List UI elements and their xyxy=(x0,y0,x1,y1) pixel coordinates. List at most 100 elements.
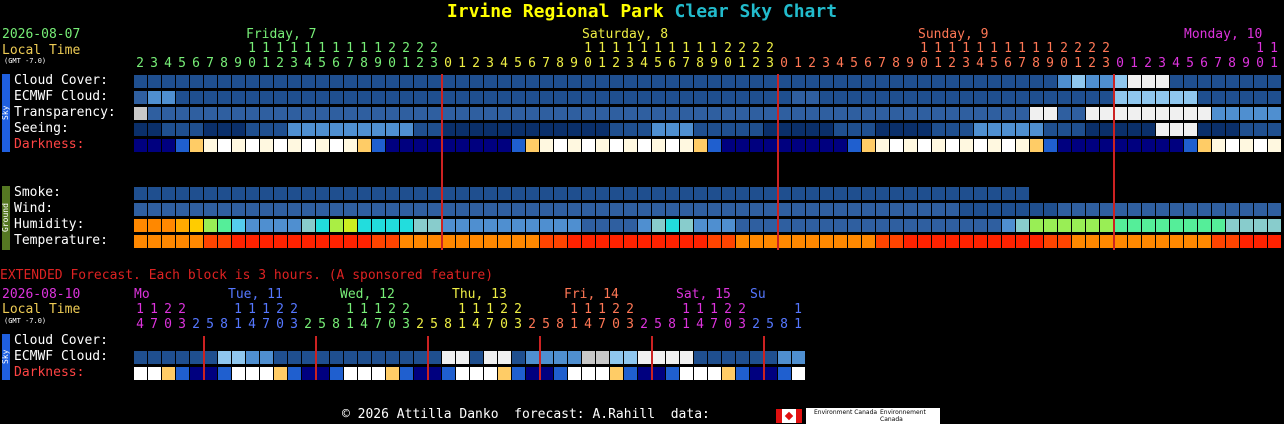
darkness-cell[interactable] xyxy=(554,139,567,152)
humidity-cell[interactable] xyxy=(708,219,721,232)
cloud-cover-cell[interactable] xyxy=(1212,75,1225,88)
smoke-cell[interactable] xyxy=(834,187,847,200)
smoke-cell[interactable] xyxy=(568,187,581,200)
seeing-cell[interactable] xyxy=(162,123,175,136)
ext-darkness-cell[interactable] xyxy=(540,367,553,380)
transparency-cell[interactable] xyxy=(596,107,609,120)
cloud-cover-cell[interactable] xyxy=(232,75,245,88)
ext-ecmwf-cell[interactable] xyxy=(386,351,399,364)
humidity-cell[interactable] xyxy=(988,219,1001,232)
humidity-cell[interactable] xyxy=(694,219,707,232)
ecmwf-cloud-cell[interactable] xyxy=(498,91,511,104)
cloud-cover-cell[interactable] xyxy=(904,75,917,88)
cloud-cover-cell[interactable] xyxy=(330,75,343,88)
cloud-cover-cell[interactable] xyxy=(792,75,805,88)
seeing-cell[interactable] xyxy=(610,123,623,136)
smoke-cell[interactable] xyxy=(1002,187,1015,200)
wind-cell[interactable] xyxy=(764,203,777,216)
darkness-cell[interactable] xyxy=(848,139,861,152)
temperature-cell[interactable] xyxy=(1044,235,1057,248)
ecmwf-cloud-cell[interactable] xyxy=(456,91,469,104)
humidity-cell[interactable] xyxy=(876,219,889,232)
humidity-cell[interactable] xyxy=(1240,219,1253,232)
cloud-cover-cell[interactable] xyxy=(624,75,637,88)
ext-darkness-cell[interactable] xyxy=(764,367,777,380)
cloud-cover-cell[interactable] xyxy=(946,75,959,88)
seeing-cell[interactable] xyxy=(190,123,203,136)
temperature-cell[interactable] xyxy=(904,235,917,248)
ext-ecmwf-cell[interactable] xyxy=(428,351,441,364)
darkness-cell[interactable] xyxy=(1184,139,1197,152)
transparency-cell[interactable] xyxy=(1044,107,1057,120)
smoke-cell[interactable] xyxy=(274,187,287,200)
darkness-cell[interactable] xyxy=(708,139,721,152)
humidity-cell[interactable] xyxy=(1072,219,1085,232)
wind-cell[interactable] xyxy=(484,203,497,216)
wind-cell[interactable] xyxy=(274,203,287,216)
seeing-cell[interactable] xyxy=(358,123,371,136)
temperature-cell[interactable] xyxy=(638,235,651,248)
darkness-cell[interactable] xyxy=(1030,139,1043,152)
smoke-cell[interactable] xyxy=(806,187,819,200)
transparency-cell[interactable] xyxy=(302,107,315,120)
transparency-cell[interactable] xyxy=(498,107,511,120)
transparency-cell[interactable] xyxy=(1114,107,1127,120)
temperature-cell[interactable] xyxy=(1184,235,1197,248)
temperature-cell[interactable] xyxy=(582,235,595,248)
ecmwf-cloud-cell[interactable] xyxy=(792,91,805,104)
transparency-cell[interactable] xyxy=(582,107,595,120)
darkness-cell[interactable] xyxy=(470,139,483,152)
darkness-cell[interactable] xyxy=(358,139,371,152)
smoke-cell[interactable] xyxy=(1016,187,1029,200)
seeing-cell[interactable] xyxy=(750,123,763,136)
humidity-cell[interactable] xyxy=(1226,219,1239,232)
darkness-cell[interactable] xyxy=(414,139,427,152)
midnight-line[interactable] xyxy=(777,74,779,250)
ext-darkness-cell[interactable] xyxy=(470,367,483,380)
smoke-cell[interactable] xyxy=(414,187,427,200)
darkness-cell[interactable] xyxy=(610,139,623,152)
darkness-cell[interactable] xyxy=(190,139,203,152)
ecmwf-cloud-cell[interactable] xyxy=(428,91,441,104)
smoke-cell[interactable] xyxy=(792,187,805,200)
temperature-cell[interactable] xyxy=(1240,235,1253,248)
ext-darkness-cell[interactable] xyxy=(498,367,511,380)
transparency-cell[interactable] xyxy=(610,107,623,120)
humidity-cell[interactable] xyxy=(400,219,413,232)
smoke-cell[interactable] xyxy=(400,187,413,200)
ecmwf-cloud-cell[interactable] xyxy=(736,91,749,104)
humidity-cell[interactable] xyxy=(260,219,273,232)
transparency-cell[interactable] xyxy=(554,107,567,120)
wind-cell[interactable] xyxy=(1212,203,1225,216)
temperature-cell[interactable] xyxy=(456,235,469,248)
wind-cell[interactable] xyxy=(876,203,889,216)
ecmwf-cloud-cell[interactable] xyxy=(526,91,539,104)
ext-ecmwf-cell[interactable] xyxy=(708,351,721,364)
cloud-cover-cell[interactable] xyxy=(596,75,609,88)
seeing-cell[interactable] xyxy=(680,123,693,136)
wind-cell[interactable] xyxy=(162,203,175,216)
ext-ecmwf-cell[interactable] xyxy=(274,351,287,364)
ext-ecmwf-cell[interactable] xyxy=(680,351,693,364)
cloud-cover-cell[interactable] xyxy=(834,75,847,88)
temperature-cell[interactable] xyxy=(162,235,175,248)
seeing-cell[interactable] xyxy=(414,123,427,136)
smoke-cell[interactable] xyxy=(750,187,763,200)
temperature-cell[interactable] xyxy=(540,235,553,248)
darkness-cell[interactable] xyxy=(274,139,287,152)
ecmwf-cloud-cell[interactable] xyxy=(1268,91,1281,104)
temperature-cell[interactable] xyxy=(288,235,301,248)
temperature-cell[interactable] xyxy=(442,235,455,248)
transparency-cell[interactable] xyxy=(414,107,427,120)
wind-cell[interactable] xyxy=(1016,203,1029,216)
transparency-cell[interactable] xyxy=(1002,107,1015,120)
temperature-cell[interactable] xyxy=(764,235,777,248)
transparency-cell[interactable] xyxy=(162,107,175,120)
smoke-cell[interactable] xyxy=(470,187,483,200)
wind-cell[interactable] xyxy=(246,203,259,216)
cloud-cover-cell[interactable] xyxy=(288,75,301,88)
darkness-cell[interactable] xyxy=(946,139,959,152)
seeing-cell[interactable] xyxy=(778,123,791,136)
ecmwf-cloud-cell[interactable] xyxy=(1128,91,1141,104)
ext-darkness-cell[interactable] xyxy=(484,367,497,380)
